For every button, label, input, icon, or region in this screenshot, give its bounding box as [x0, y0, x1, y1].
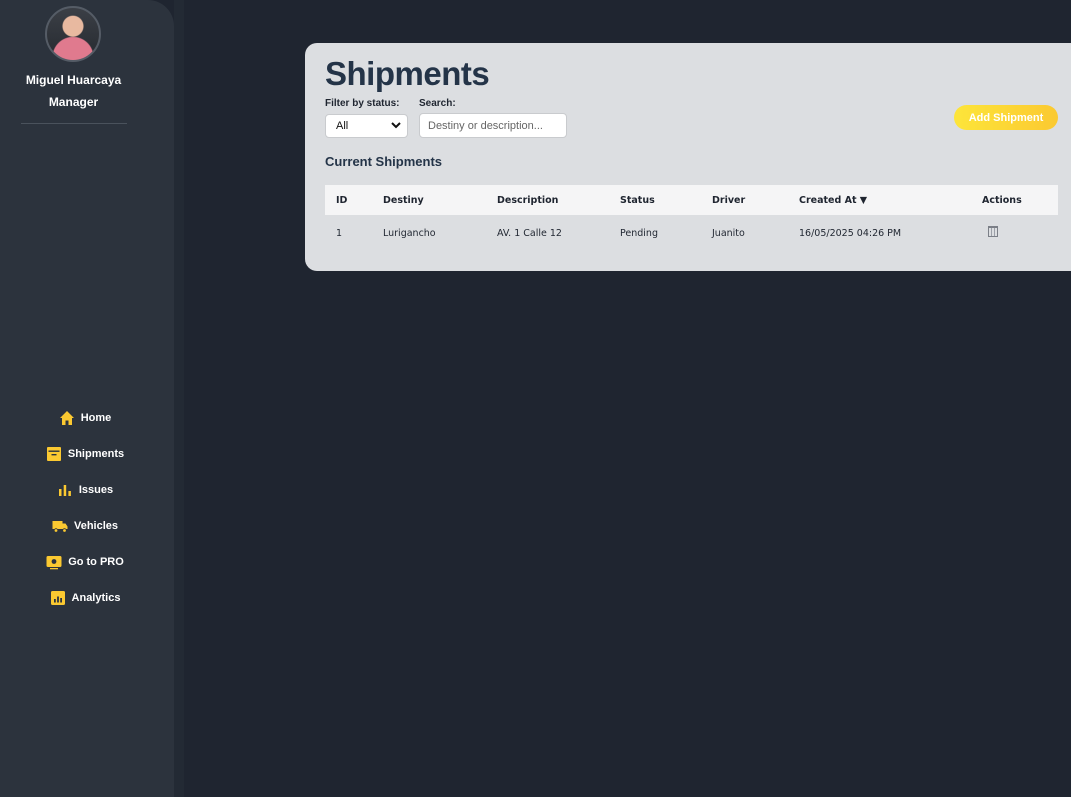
sidebar-item-go-to-pro[interactable]: Go to PRO [0, 544, 170, 580]
column-header-description: Description [486, 185, 609, 215]
sidebar-item-label: Home [80, 412, 112, 424]
cell-destiny: Lurigancho [383, 227, 436, 239]
shipments-table: ID Destiny Description Status Driver Cre… [325, 185, 1058, 251]
column-header-actions: Actions [971, 185, 1058, 215]
column-header-driver: Driver [701, 185, 788, 215]
sidebar-item-label: Issues [78, 484, 114, 496]
sidebar-item-label: Vehicles [73, 520, 119, 532]
sidebar-item-home[interactable]: Home [0, 400, 170, 436]
chevron-down-icon [391, 120, 401, 132]
profile-name: Miguel Huarcaya [25, 73, 122, 87]
cell-status: Pending [620, 227, 658, 239]
profile-divider [21, 123, 127, 124]
box-icon [46, 446, 62, 462]
column-header-destiny: Destiny [372, 185, 486, 215]
table-row: 1 Lurigancho AV. 1 Calle 12 Pending Juan… [325, 215, 1058, 251]
status-filter-value: All [336, 120, 349, 132]
home-icon [59, 410, 75, 426]
avatar[interactable] [45, 6, 101, 62]
sidebar-item-label: Shipments [67, 448, 125, 460]
sidebar-item-shipments[interactable]: Shipments [0, 436, 170, 472]
column-header-status: Status [609, 185, 701, 215]
cell-created-at: 16/05/2025 04:26 PM [799, 227, 902, 239]
search-label: Search: [419, 98, 456, 109]
search-input[interactable] [419, 113, 567, 138]
sidebar-nav: Home Shipments Issues Vehicles Go to PRO [0, 400, 170, 616]
bar-chart-icon [57, 482, 73, 498]
pro-icon [46, 554, 62, 570]
table-header-row: ID Destiny Description Status Driver Cre… [325, 185, 1058, 215]
shipments-card: Shipments Filter by status: All Search: … [305, 43, 1071, 271]
trash-icon[interactable] [988, 226, 998, 237]
cell-actions [971, 215, 1058, 251]
cell-description: AV. 1 Calle 12 [497, 227, 562, 239]
status-filter-select[interactable]: All [325, 114, 408, 138]
filter-label: Filter by status: [325, 98, 400, 109]
truck-icon [52, 518, 68, 534]
column-header-created-at[interactable]: Created At ▼ [788, 185, 971, 215]
page-title: Shipments [325, 55, 490, 92]
profile-role: Manager [48, 95, 99, 109]
cell-id: 1 [336, 227, 343, 239]
sidebar: Miguel Huarcaya Manager Home Shipments I… [0, 0, 174, 797]
analytics-icon [50, 590, 66, 606]
sidebar-item-label: Analytics [71, 592, 121, 604]
sidebar-item-label: Go to PRO [68, 556, 124, 568]
sidebar-item-analytics[interactable]: Analytics [0, 580, 170, 616]
sidebar-item-issues[interactable]: Issues [0, 472, 170, 508]
sidebar-item-vehicles[interactable]: Vehicles [0, 508, 170, 544]
sidebar-edge [174, 0, 184, 797]
cell-driver: Juanito [712, 227, 745, 239]
add-shipment-button[interactable]: Add Shipment [954, 105, 1058, 130]
column-header-id: ID [325, 185, 372, 215]
section-title: Current Shipments [325, 154, 443, 169]
